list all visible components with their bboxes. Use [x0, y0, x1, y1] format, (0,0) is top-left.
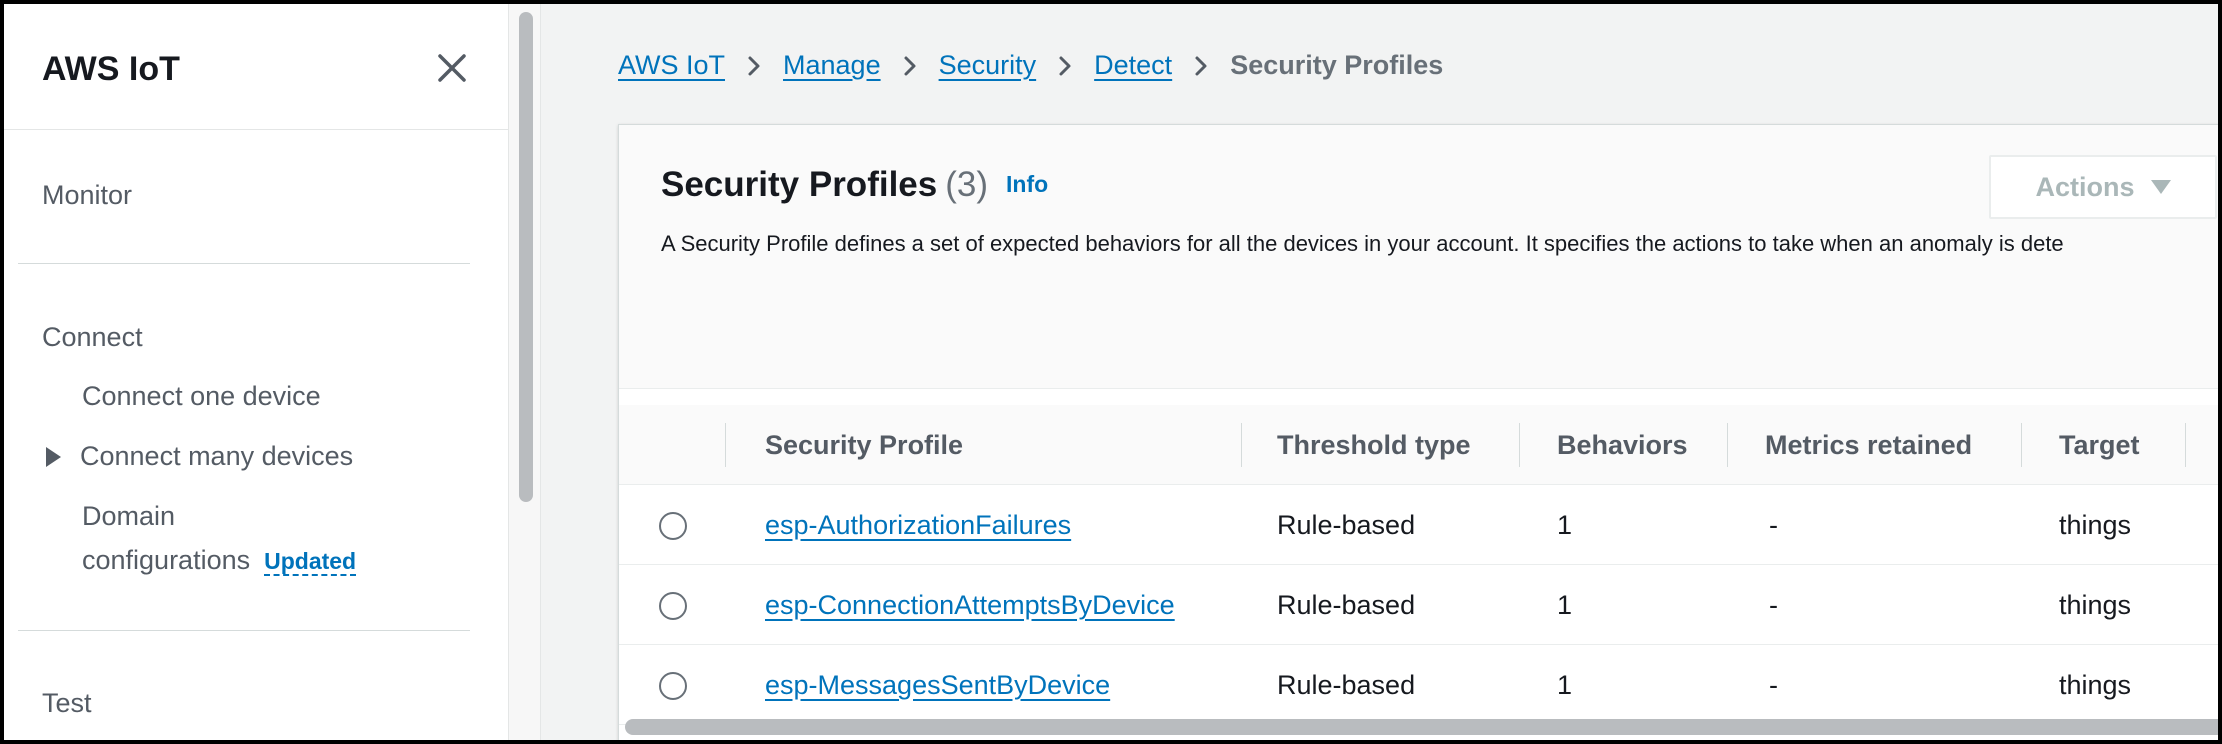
target-cell: things [2059, 590, 2132, 620]
threshold-type-cell: Rule-based [1277, 590, 1416, 620]
sidebar-section-connect[interactable]: Connect [42, 322, 143, 353]
threshold-type-cell: Rule-based [1277, 670, 1416, 700]
row-select-radio[interactable] [659, 592, 687, 620]
security-profile-link[interactable]: esp-ConnectionAttemptsByDevice [765, 565, 1175, 645]
sidebar-header: AWS IoT [4, 4, 508, 130]
metrics-retained-cell: - [1769, 590, 1778, 620]
sidebar-item-domain-configurations-label: configurations [82, 545, 251, 575]
column-header-threshold-type[interactable]: Threshold type [1277, 405, 1471, 485]
panel-description: A Security Profile defines a set of expe… [661, 231, 2064, 256]
table-header: Security Profile Threshold type Behavior… [619, 405, 2218, 485]
target-cell: things [2059, 670, 2132, 700]
row-select-radio[interactable] [659, 512, 687, 540]
table-row: esp-MessagesSentByDevice Rule-based 1 - … [619, 645, 2218, 725]
sidebar-item-monitor[interactable]: Monitor [42, 180, 132, 211]
column-header-target[interactable]: Target [2059, 405, 2140, 485]
security-profile-link[interactable]: esp-MessagesSentByDevice [765, 645, 1110, 725]
column-header-behaviors[interactable]: Behaviors [1557, 405, 1688, 485]
expand-caret-icon[interactable] [46, 447, 61, 467]
sidebar-item-domain-configurations-line1[interactable]: Domain [82, 501, 175, 532]
column-header-security-profile[interactable]: Security Profile [765, 405, 963, 485]
sidebar-section-test[interactable]: Test [42, 688, 92, 719]
row-select-radio[interactable] [659, 672, 687, 700]
chevron-right-icon [1059, 56, 1071, 75]
caret-down-icon [2150, 180, 2171, 194]
behaviors-cell: 1 [1557, 670, 1573, 700]
behaviors-cell: 1 [1557, 590, 1573, 620]
security-profile-link[interactable]: esp-AuthorizationFailures [765, 485, 1071, 565]
chevron-right-icon [1195, 56, 1207, 75]
threshold-type-cell: Rule-based [1277, 510, 1416, 540]
column-divider[interactable] [2021, 423, 2022, 467]
breadcrumb-security[interactable]: Security [939, 50, 1037, 81]
sidebar-scrollbar-thumb[interactable] [519, 12, 533, 502]
profile-count: (3) [945, 165, 989, 204]
column-divider [725, 423, 726, 467]
sidebar-item-connect-many-devices[interactable]: Connect many devices [80, 441, 353, 472]
close-icon[interactable] [434, 50, 470, 86]
breadcrumb-manage[interactable]: Manage [783, 50, 881, 81]
panel-header: Security Profiles (3) Info A Security Prof… [619, 125, 2218, 389]
sidebar-item-domain-configurations[interactable]: configurations Updated [82, 545, 357, 576]
updated-badge[interactable]: Updated [264, 548, 357, 576]
page-title: Security Profiles (3) Info [661, 165, 1048, 205]
breadcrumb-current: Security Profiles [1230, 50, 1444, 80]
sidebar-divider [18, 630, 470, 631]
info-link[interactable]: Info [1006, 171, 1048, 197]
metrics-retained-cell: - [1769, 510, 1778, 540]
behaviors-cell: 1 [1557, 510, 1573, 540]
sidebar-divider [18, 263, 470, 264]
breadcrumb: AWS IoT Manage Security Detect Security … [618, 50, 1443, 81]
app-frame: AWS IoT Monitor Connect Connect one devi… [4, 4, 2218, 740]
column-divider[interactable] [1519, 423, 1520, 467]
metrics-retained-cell: - [1769, 670, 1778, 700]
sidebar-nav: AWS IoT Monitor Connect Connect one devi… [4, 4, 509, 740]
column-divider[interactable] [2185, 423, 2186, 467]
chevron-right-icon [904, 56, 916, 75]
sidebar-title: AWS IoT [42, 50, 180, 88]
sidebar-scrollbar[interactable] [509, 4, 541, 740]
security-profiles-panel: Security Profiles (3) Info A Security Prof… [618, 124, 2218, 740]
target-cell: things [2059, 510, 2132, 540]
column-divider[interactable] [1241, 423, 1242, 467]
table-horizontal-scrollbar[interactable] [625, 719, 2218, 735]
breadcrumb-aws-iot[interactable]: AWS IoT [618, 50, 725, 81]
table-row: esp-ConnectionAttemptsByDevice Rule-base… [619, 565, 2218, 645]
actions-dropdown-button[interactable]: Actions [1989, 155, 2217, 219]
actions-label: Actions [2035, 171, 2135, 202]
panel-title: Security Profiles [661, 165, 938, 204]
column-header-metrics-retained[interactable]: Metrics retained [1765, 405, 1972, 485]
sidebar-item-connect-one-device[interactable]: Connect one device [82, 381, 321, 412]
chevron-right-icon [748, 56, 760, 75]
column-divider[interactable] [1727, 423, 1728, 467]
table-row: esp-AuthorizationFailures Rule-based 1 -… [619, 485, 2218, 565]
breadcrumb-detect[interactable]: Detect [1094, 50, 1172, 81]
